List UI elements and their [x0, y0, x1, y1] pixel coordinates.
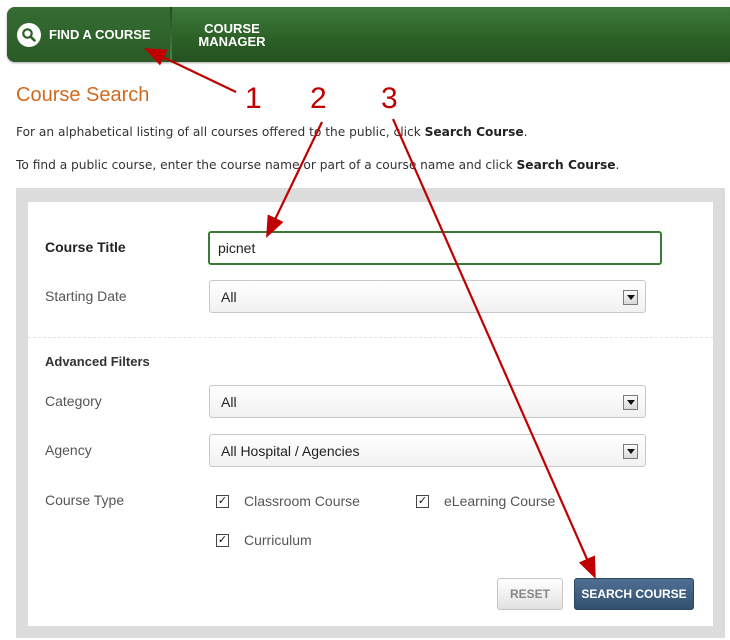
- elearning-course-label: eLearning Course: [444, 493, 556, 509]
- checkbox-checked-icon[interactable]: ✓: [216, 494, 229, 508]
- intro-text-1: For an alphabetical listing of all cours…: [16, 125, 527, 139]
- agency-value: All Hospital / Agencies: [221, 442, 360, 459]
- reset-button[interactable]: RESET: [497, 578, 563, 610]
- course-title-value: picnet: [218, 240, 256, 256]
- course-title-input[interactable]: picnet: [208, 231, 662, 265]
- find-course-tab[interactable]: FIND A COURSE: [7, 7, 170, 62]
- section-divider: [28, 337, 713, 338]
- classroom-course-label: Classroom Course: [244, 493, 360, 509]
- intro-text-2: To find a public course, enter the cours…: [16, 158, 619, 172]
- course-type-label: Course Type: [45, 492, 125, 508]
- intro-1-text: For an alphabetical listing of all cours…: [16, 125, 425, 139]
- starting-date-label: Starting Date: [45, 288, 127, 304]
- starting-date-value: All: [221, 288, 237, 305]
- checkbox-checked-icon[interactable]: ✓: [416, 494, 429, 508]
- checkbox-checked-icon[interactable]: ✓: [216, 533, 229, 547]
- classroom-course-checkbox[interactable]: ✓ Classroom Course: [216, 493, 360, 509]
- dropdown-arrow-icon[interactable]: [623, 290, 638, 305]
- dropdown-arrow-icon[interactable]: [623, 444, 638, 459]
- curriculum-checkbox[interactable]: ✓ Curriculum: [216, 532, 312, 548]
- agency-label: Agency: [45, 442, 92, 458]
- category-select[interactable]: All: [209, 385, 646, 418]
- annotation-number-3: 3: [381, 82, 398, 115]
- dropdown-arrow-icon[interactable]: [623, 395, 638, 410]
- elearning-course-checkbox[interactable]: ✓ eLearning Course: [416, 493, 555, 509]
- curriculum-label: Curriculum: [244, 532, 312, 548]
- course-manager-tab[interactable]: COURSE MANAGER: [172, 7, 292, 62]
- course-manager-label: COURSE MANAGER: [198, 20, 266, 49]
- top-nav: FIND A COURSE COURSE MANAGER: [7, 7, 730, 62]
- course-title-label: Course Title: [45, 239, 126, 255]
- category-value: All: [221, 393, 237, 410]
- intro-2-end: .: [615, 158, 620, 172]
- agency-select[interactable]: All Hospital / Agencies: [209, 434, 646, 467]
- annotation-number-2: 2: [310, 82, 327, 115]
- starting-date-select[interactable]: All: [209, 280, 646, 313]
- intro-2-bold: Search Course: [516, 158, 616, 172]
- search-course-button[interactable]: SEARCH COURSE: [574, 578, 694, 610]
- category-label: Category: [45, 393, 102, 409]
- intro-1-bold: Search Course: [424, 125, 524, 139]
- find-course-label: FIND A COURSE: [49, 27, 151, 42]
- advanced-filters-heading: Advanced Filters: [45, 354, 150, 369]
- intro-2-text: To find a public course, enter the cours…: [16, 158, 517, 172]
- annotation-number-1: 1: [245, 82, 262, 115]
- intro-1-end: .: [523, 125, 528, 139]
- page-title: Course Search: [16, 84, 150, 106]
- search-icon: [17, 22, 41, 47]
